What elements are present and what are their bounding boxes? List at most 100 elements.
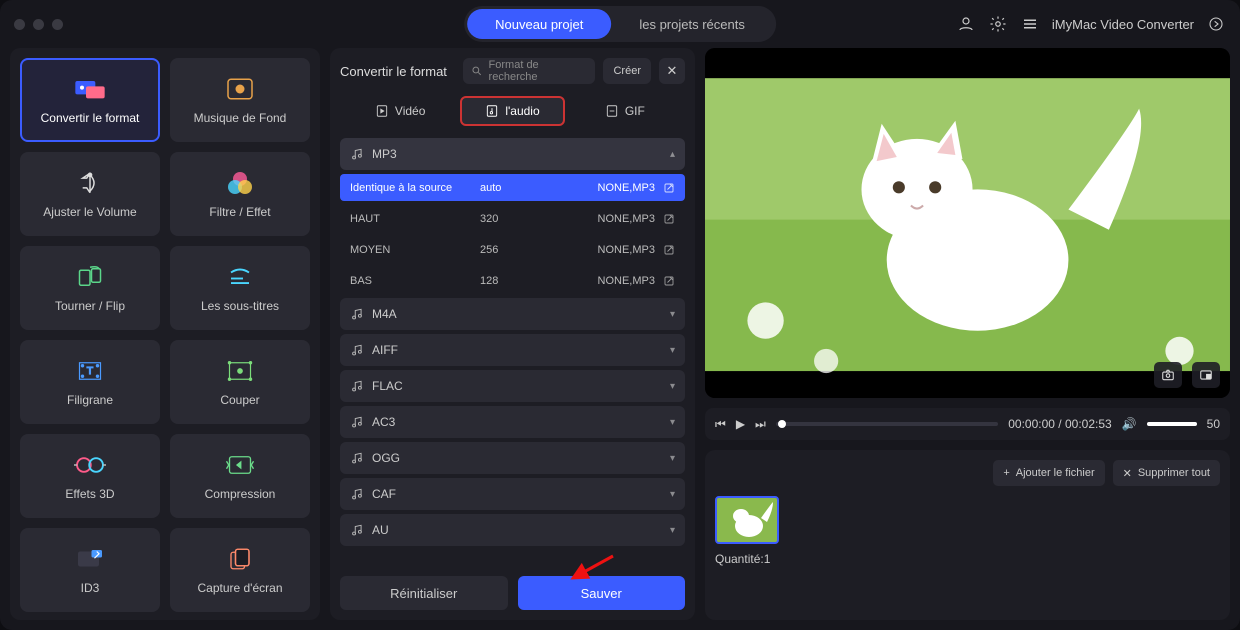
format-label: AU (372, 523, 389, 537)
edit-icon[interactable] (663, 182, 675, 194)
play-icon[interactable]: ▶ (736, 417, 745, 431)
id3-icon (74, 545, 106, 573)
background-music-icon (224, 75, 256, 103)
titlebar: Nouveau projet les projets récents iMyMa… (0, 0, 1240, 48)
crop-icon (224, 357, 256, 385)
tool-convert-format[interactable]: Convertir le format (20, 58, 160, 142)
tool-label: Musique de Fond (194, 111, 287, 125)
tab-audio-label: l'audio (505, 104, 539, 118)
tool-label: Ajuster le Volume (43, 205, 136, 219)
format-label: M4A (372, 307, 397, 321)
tab-gif-label: GIF (625, 104, 645, 118)
tool-label: Effets 3D (65, 487, 114, 501)
format-label: AIFF (372, 343, 398, 357)
expand-icon[interactable] (1206, 14, 1226, 34)
edit-icon[interactable] (663, 275, 675, 287)
preset-name: Identique à la source (350, 182, 480, 194)
app-name: iMyMac Video Converter (1052, 17, 1194, 32)
fullscreen-icon[interactable] (1192, 362, 1220, 388)
tool-filter-effect[interactable]: Filtre / Effet (170, 152, 310, 236)
preset-row[interactable]: HAUT320NONE,MP3 (340, 205, 685, 232)
search-input[interactable]: Format de recherche (463, 58, 596, 84)
edit-icon[interactable] (663, 244, 675, 256)
compression-icon (224, 451, 256, 479)
prev-icon[interactable]: ⏮ (715, 417, 726, 432)
adjust-volume-icon (74, 169, 106, 197)
preset-name: MOYEN (350, 244, 480, 256)
format-panel: Convertir le format Format de recherche … (330, 48, 695, 620)
create-button[interactable]: Créer (603, 58, 651, 84)
format-label: MP3 (372, 147, 397, 161)
tab-audio[interactable]: l'audio (460, 96, 564, 126)
preset-row[interactable]: BAS128NONE,MP3 (340, 267, 685, 294)
format-aiff[interactable]: AIFF▾ (340, 334, 685, 366)
preset-bitrate: auto (480, 182, 560, 194)
tool-adjust-volume[interactable]: Ajuster le Volume (20, 152, 160, 236)
format-ac3[interactable]: AC3 ▾ (340, 406, 685, 438)
account-icon[interactable] (956, 14, 976, 34)
format-caf[interactable]: CAF▾ (340, 478, 685, 510)
tool-rotate-flip[interactable]: Tourner / Flip (20, 246, 160, 330)
volume-icon[interactable]: 🔊 (1122, 417, 1137, 431)
filter-effect-icon (224, 169, 256, 197)
format-label: AC3 (372, 415, 395, 429)
window-controls (14, 19, 63, 30)
traffic-close[interactable] (14, 19, 25, 30)
format-au[interactable]: AU▾ (340, 514, 685, 546)
format-mp3[interactable]: MP3▴ (340, 138, 685, 170)
tool-screenshot[interactable]: Capture d'écran (170, 528, 310, 612)
tool-label: Tourner / Flip (55, 299, 125, 313)
tool-effects-3d[interactable]: Effets 3D (20, 434, 160, 518)
player-bar: ⏮ ▶ ⏭ 00:00:00 / 00:02:53 🔊 50 (705, 408, 1230, 440)
tab-recent-projects[interactable]: les projets récents (611, 9, 773, 39)
format-m4a[interactable]: M4A▾ (340, 298, 685, 330)
add-file-button[interactable]: +Ajouter le fichier (993, 460, 1104, 486)
project-tabs: Nouveau projet les projets récents (464, 6, 776, 42)
tool-subtitles[interactable]: Les sous-titres (170, 246, 310, 330)
video-preview (705, 48, 1230, 398)
preset-codec: NONE,MP3 (560, 213, 655, 225)
subtitles-icon (224, 263, 256, 291)
snapshot-icon[interactable] (1154, 362, 1182, 388)
menu-icon[interactable] (1020, 14, 1040, 34)
panel-title: Convertir le format (340, 64, 447, 79)
progress-slider[interactable] (776, 422, 998, 426)
traffic-max[interactable] (52, 19, 63, 30)
convert-format-icon (74, 75, 106, 103)
tool-crop[interactable]: Couper (170, 340, 310, 424)
tab-gif[interactable]: GIF (575, 96, 675, 126)
tab-new-project[interactable]: Nouveau projet (467, 9, 611, 39)
tool-label: Compression (205, 487, 276, 501)
preset-bitrate: 320 (480, 213, 560, 225)
close-icon[interactable]: ✕ (659, 58, 685, 84)
tool-id3[interactable]: ID3 (20, 528, 160, 612)
save-button[interactable]: Sauver (518, 576, 686, 610)
time-display: 00:00:00 / 00:02:53 (1008, 417, 1111, 431)
gear-icon[interactable] (988, 14, 1008, 34)
queue-thumbnail[interactable] (715, 496, 779, 544)
screenshot-icon (224, 545, 256, 573)
format-flac[interactable]: FLAC▾ (340, 370, 685, 402)
remove-all-button[interactable]: ✕Supprimer tout (1113, 460, 1220, 486)
preset-row[interactable]: Identique à la sourceautoNONE,MP3 (340, 174, 685, 201)
reset-button[interactable]: Réinitialiser (340, 576, 508, 610)
preset-codec: NONE,MP3 (560, 275, 655, 287)
format-ogg[interactable]: OGG▾ (340, 442, 685, 474)
tab-video[interactable]: Vidéo (350, 96, 450, 126)
edit-icon[interactable] (663, 213, 675, 225)
preset-name: HAUT (350, 213, 480, 225)
volume-slider[interactable] (1147, 422, 1197, 426)
chevron-down-icon: ▾ (670, 417, 675, 428)
tool-compression[interactable]: Compression (170, 434, 310, 518)
tool-background-music[interactable]: Musique de Fond (170, 58, 310, 142)
preset-bitrate: 256 (480, 244, 560, 256)
chevron-down-icon: ▾ (670, 381, 675, 392)
tool-label: Couper (220, 393, 259, 407)
tool-label: Capture d'écran (197, 581, 282, 595)
preset-row[interactable]: MOYEN256NONE,MP3 (340, 236, 685, 263)
tool-watermark[interactable]: TFiligrane (20, 340, 160, 424)
next-icon[interactable]: ⏭ (755, 417, 766, 432)
traffic-min[interactable] (33, 19, 44, 30)
quantity-label: Quantité:1 (715, 552, 1220, 566)
chevron-down-icon: ▾ (670, 489, 675, 500)
